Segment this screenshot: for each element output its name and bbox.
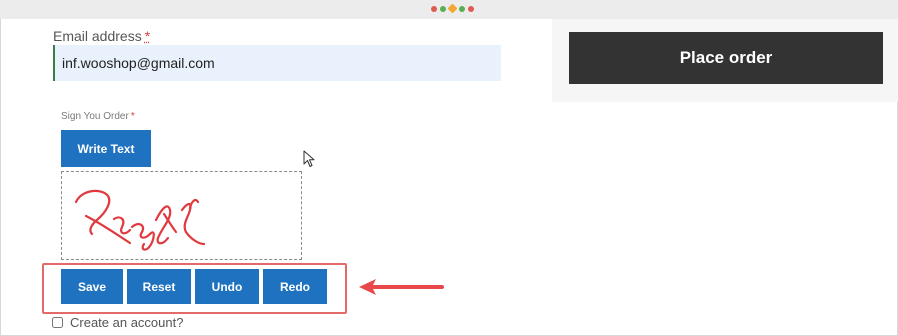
required-mark: * xyxy=(130,111,135,122)
signature-drawing xyxy=(74,189,206,251)
undo-button[interactable]: Undo xyxy=(195,269,259,304)
signature-label: Sign You Order * xyxy=(61,111,135,122)
signature-label-text: Sign You Order xyxy=(61,111,129,122)
create-account-label: Create an account? xyxy=(70,315,184,330)
loading-dots-icon xyxy=(431,3,474,14)
place-order-button[interactable]: Place order xyxy=(569,32,883,84)
mouse-pointer-icon xyxy=(303,150,315,167)
top-bar xyxy=(0,0,898,19)
email-label: Email address * xyxy=(53,28,150,44)
redo-button[interactable]: Redo xyxy=(263,269,327,304)
required-mark: * xyxy=(144,28,151,44)
email-field[interactable] xyxy=(53,45,501,81)
reset-button[interactable]: Reset xyxy=(127,269,191,304)
create-account-checkbox[interactable] xyxy=(52,317,63,328)
annotation-arrow-icon xyxy=(359,279,444,295)
write-text-button[interactable]: Write Text xyxy=(61,130,151,167)
email-label-text: Email address xyxy=(53,28,142,44)
signature-pad[interactable] xyxy=(61,171,302,260)
save-button[interactable]: Save xyxy=(61,269,123,304)
create-account-row: Create an account? xyxy=(52,315,183,330)
